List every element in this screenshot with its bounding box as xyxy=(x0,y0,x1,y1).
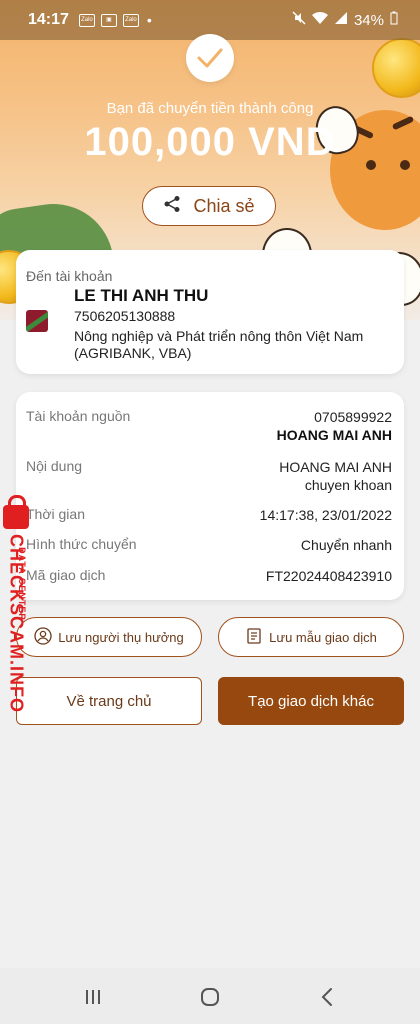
source-account-number: 0705899922 xyxy=(314,409,392,425)
content-row: Nội dung HOANG MAI ANH chuyen khoan xyxy=(26,458,392,498)
success-check-icon xyxy=(186,34,234,82)
template-icon xyxy=(245,627,263,648)
source-account-row: Tài khoản nguồn 0705899922 HOANG MAI ANH xyxy=(26,408,392,448)
content-line-1: HOANG MAI ANH xyxy=(279,459,392,475)
method-value: Chuyển nhanh xyxy=(300,537,392,553)
recipient-label: Đến tài khoản xyxy=(26,268,113,284)
zalo-notification-icon: Zalo xyxy=(78,13,95,27)
battery-charging-icon xyxy=(390,11,398,29)
save-template-label: Lưu mẫu giao dịch xyxy=(269,629,377,645)
time-row: Thời gian 14:17:38, 23/01/2022 xyxy=(26,506,392,526)
more-notifications-icon: • xyxy=(146,12,152,28)
method-row: Hình thức chuyển Chuyển nhanh xyxy=(26,536,392,556)
recipient-account-number: 7506205130888 xyxy=(74,308,176,324)
recipient-bank: Nông nghiệp và Phát triển nông thôn Việt… xyxy=(74,328,364,361)
recipient-card: Đến tài khoản LE THI ANH THU 75062051308… xyxy=(16,250,404,374)
method-label: Hình thức chuyển xyxy=(26,536,137,552)
content-values: HOANG MAI ANH chuyen khoan xyxy=(279,458,392,494)
transaction-id-row: Mã giao dịch FT22024408423910 xyxy=(26,567,392,587)
transaction-details-card: Tài khoản nguồn 0705899922 HOANG MAI ANH… xyxy=(16,392,404,600)
back-nav-icon[interactable] xyxy=(312,982,342,1012)
recent-apps-icon[interactable] xyxy=(78,982,108,1012)
watermark-brand: CHECKSCAM.INFO xyxy=(6,534,27,713)
save-template-button[interactable]: Lưu mẫu giao dịch xyxy=(218,617,404,657)
signal-icon xyxy=(334,11,348,29)
system-nav-bar xyxy=(0,968,420,1024)
agribank-logo xyxy=(26,310,48,332)
transfer-amount: 100,000 VND xyxy=(84,120,336,164)
save-beneficiary-button[interactable]: Lưu người thụ hưởng xyxy=(16,617,202,657)
share-icon xyxy=(163,195,181,218)
source-account-label: Tài khoản nguồn xyxy=(26,408,131,424)
home-button[interactable]: Về trang chủ xyxy=(16,677,202,725)
time-value: 14:17:38, 23/01/2022 xyxy=(259,507,392,523)
transaction-id-value: FT22024408423910 xyxy=(265,568,392,584)
share-button[interactable]: Chia sẻ xyxy=(142,186,276,226)
zalo-notification-icon: Zalo xyxy=(122,13,139,27)
watermark: DATA CENTER CHECKSCAM.INFO xyxy=(0,495,40,715)
content-label: Nội dung xyxy=(26,458,83,474)
new-transaction-button[interactable]: Tạo giao dịch khác xyxy=(218,677,404,725)
source-account-name: HOANG MAI ANH xyxy=(276,427,392,443)
save-beneficiary-label: Lưu người thụ hưởng xyxy=(58,629,184,645)
wifi-icon xyxy=(311,11,328,29)
success-message: Bạn đã chuyển tiền thành công xyxy=(106,100,314,117)
battery-percent: 34% xyxy=(353,11,384,29)
share-label: Chia sẻ xyxy=(193,195,255,216)
source-account-values: 0705899922 HOANG MAI ANH xyxy=(277,408,392,444)
recipient-name: LE THI ANH THU xyxy=(74,286,209,305)
status-time: 14:17 xyxy=(28,11,69,28)
status-right: 34% xyxy=(292,11,398,29)
mute-icon xyxy=(292,11,306,29)
home-nav-icon[interactable] xyxy=(195,982,225,1012)
gold-coin-decoration xyxy=(372,38,420,98)
content-line-2: chuyen khoan xyxy=(304,477,392,493)
image-notification-icon: ▣ xyxy=(100,13,117,27)
